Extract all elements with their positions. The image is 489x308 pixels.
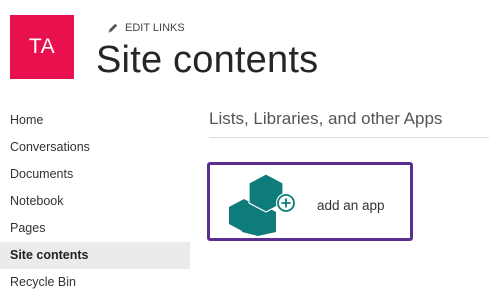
nav-item-home[interactable]: Home [0, 107, 190, 134]
edit-links-button[interactable]: EDIT LINKS [107, 20, 185, 36]
site-logo-initials: TA [28, 35, 56, 58]
edit-links-label: EDIT LINKS [125, 22, 185, 34]
nav-item-pages[interactable]: Pages [0, 215, 190, 242]
page-title: Site contents [96, 39, 319, 81]
section-divider [209, 137, 489, 138]
site-logo[interactable]: TA [10, 15, 74, 79]
nav-item-documents[interactable]: Documents [0, 161, 190, 188]
add-an-app-tile[interactable]: add an app [207, 162, 413, 241]
add-an-app-label: add an app [317, 198, 385, 213]
section-title: Lists, Libraries, and other Apps [209, 109, 443, 128]
nav-item-notebook[interactable]: Notebook [0, 188, 190, 215]
add-app-hexagon-icon [228, 173, 302, 236]
hexagon-group [229, 174, 283, 236]
quick-launch-nav: Home Conversations Documents Notebook Pa… [0, 107, 190, 296]
pencil-icon [107, 22, 119, 34]
nav-item-recycle-bin[interactable]: Recycle Bin [0, 269, 190, 296]
nav-item-conversations[interactable]: Conversations [0, 134, 190, 161]
nav-item-site-contents[interactable]: Site contents [0, 242, 190, 269]
